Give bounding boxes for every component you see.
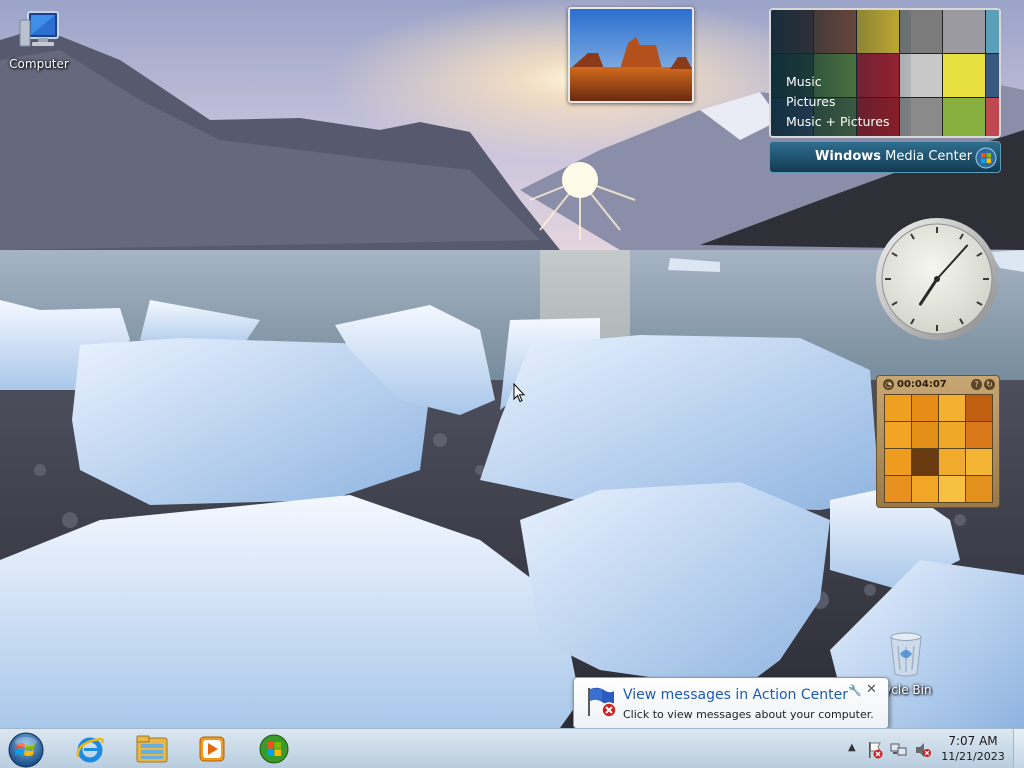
- taskbar: ▲ 7:07 AM 11/21/2023: [0, 728, 1024, 768]
- start-button[interactable]: [6, 730, 46, 768]
- desktop-icon-computer[interactable]: Computer: [0, 8, 78, 71]
- windows-start-orb-icon: [8, 732, 44, 768]
- media-center-icon: [259, 734, 289, 764]
- show-hidden-icons-icon[interactable]: ▲: [848, 742, 856, 753]
- taskbar-date: 11/21/2023: [941, 750, 1005, 763]
- media-center-item-music[interactable]: Music: [786, 72, 890, 92]
- media-center-gadget[interactable]: Music Pictures Music + Pictures Windows …: [769, 8, 1001, 174]
- puzzle-timer: 00:04:07: [897, 379, 947, 390]
- mouse-cursor-icon: [513, 383, 525, 403]
- network-icon[interactable]: [890, 741, 908, 759]
- taskbar-internet-explorer-button[interactable]: [66, 731, 114, 767]
- media-center-tiles[interactable]: Music Pictures Music + Pictures: [769, 8, 1001, 138]
- computer-icon: [19, 11, 59, 47]
- action-center-tray-icon[interactable]: [866, 741, 884, 759]
- media-center-title: Windows Media Center: [815, 149, 973, 164]
- notification-title: View messages in Action Center: [623, 687, 848, 703]
- clock-gadget[interactable]: [874, 216, 1000, 342]
- taskbar-media-player-button[interactable]: [188, 731, 236, 767]
- media-center-item-pictures[interactable]: Pictures: [786, 92, 890, 112]
- slideshow-gadget[interactable]: [568, 7, 694, 103]
- action-center-notification[interactable]: View messages in Action Center Click to …: [573, 677, 889, 729]
- media-center-title-bar[interactable]: Windows Media Center: [769, 141, 1001, 173]
- windows-explorer-icon: [136, 735, 168, 763]
- puzzle-help-icon[interactable]: ?: [971, 379, 982, 390]
- show-desktop-button[interactable]: [1013, 729, 1024, 768]
- desktop-icon-label: Computer: [9, 57, 69, 71]
- notification-options-icon[interactable]: 🔧: [848, 684, 862, 697]
- picture-puzzle-gadget[interactable]: ◔ 00:04:07 ? ↻: [876, 375, 1000, 508]
- analog-clock-face: [876, 218, 998, 340]
- internet-explorer-icon: [76, 737, 104, 763]
- notification-close-icon[interactable]: ✕: [866, 682, 877, 697]
- taskbar-clock[interactable]: 7:07 AM 11/21/2023: [930, 734, 1016, 764]
- windows-orb-icon: [975, 147, 997, 169]
- slideshow-image: [570, 9, 692, 101]
- media-player-icon: [199, 736, 225, 762]
- taskbar-media-center-button[interactable]: [250, 731, 298, 767]
- puzzle-timer-icon[interactable]: ◔: [883, 379, 894, 390]
- puzzle-board[interactable]: [884, 394, 993, 503]
- media-center-item-music-pictures[interactable]: Music + Pictures: [786, 112, 890, 132]
- puzzle-refresh-icon[interactable]: ↻: [984, 379, 995, 390]
- action-center-flag-icon: [588, 687, 617, 718]
- notification-text: Click to view messages about your comput…: [623, 708, 874, 721]
- taskbar-windows-explorer-button[interactable]: [128, 731, 176, 767]
- recycle-bin-icon: [890, 632, 922, 677]
- taskbar-time: 7:07 AM: [948, 734, 998, 748]
- media-center-menu: Music Pictures Music + Pictures: [786, 72, 890, 132]
